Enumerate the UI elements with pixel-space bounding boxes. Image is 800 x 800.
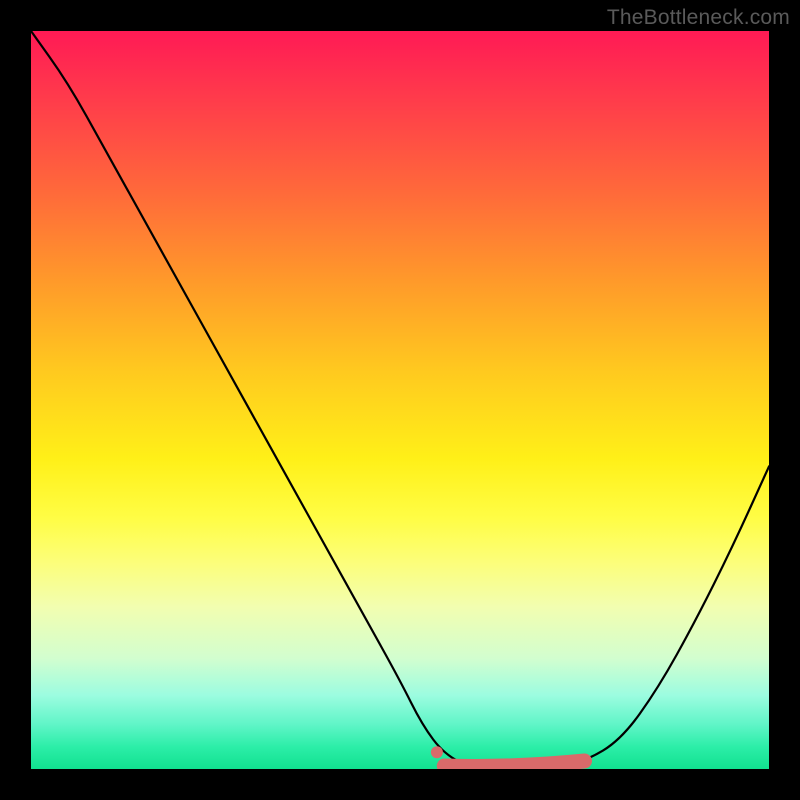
chart-plot-area	[31, 31, 769, 769]
start-marker-dot	[431, 746, 443, 758]
watermark-text: TheBottleneck.com	[607, 6, 790, 30]
bottleneck-curve-line	[31, 31, 769, 769]
optimal-range-band	[444, 761, 584, 766]
chart-svg	[31, 31, 769, 769]
